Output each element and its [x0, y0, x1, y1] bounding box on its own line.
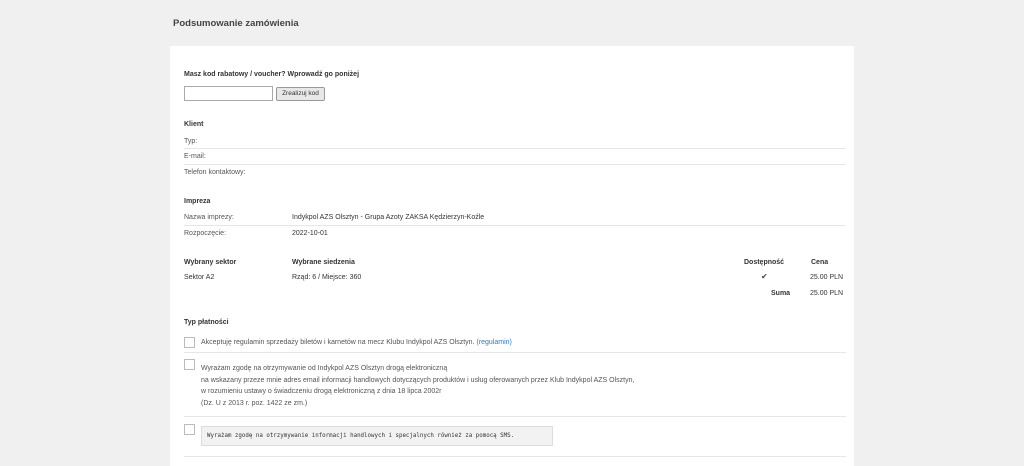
client-type-label: Typ:: [184, 138, 198, 145]
rules-consent-checkbox[interactable]: [184, 337, 195, 348]
client-phone-label: Telefon kontaktowy:: [184, 169, 246, 176]
col-header-sector: Wybrany sektor: [184, 259, 237, 266]
event-name-value: Indykpol AZS Olsztyn - Grupa Azoty ZAKSA…: [292, 214, 485, 221]
voucher-input[interactable]: [184, 86, 273, 101]
rules-consent-text: Akceptuję regulamin sprzedaży biletów i …: [201, 339, 512, 346]
marketing-consent-line: na wskazany przeze mnie adres email info…: [201, 376, 635, 384]
divider: [184, 416, 846, 417]
event-start-value: 2022-10-01: [292, 230, 328, 237]
col-header-seats: Wybrane siedzenia: [292, 259, 355, 266]
redeem-code-button[interactable]: Zrealizuj kod: [276, 87, 325, 101]
col-header-price: Cena: [811, 259, 829, 266]
sms-consent-checkbox[interactable]: [184, 424, 195, 435]
divider: [184, 148, 846, 149]
marketing-consent-line: (Dz. U z 2013 r. poz. 1422 ze zm.): [201, 399, 308, 407]
sms-consent-text: Wyrażam zgodę na otrzymywanie informacji…: [201, 426, 553, 446]
regulations-link[interactable]: (regulamin): [476, 339, 511, 346]
sum-label: Suma: [771, 290, 791, 297]
event-name-label: Nazwa imprezy:: [184, 214, 234, 221]
marketing-consent-checkbox[interactable]: [184, 359, 195, 370]
marketing-consent-line: Wyrażam zgodę na otrzymywanie od Indykpo…: [201, 365, 448, 372]
seat-row-sector: Sektor A2: [184, 274, 215, 281]
seat-row-seat: Rząd: 6 / Miejsce: 360: [292, 274, 362, 281]
divider: [184, 164, 846, 165]
payment-heading: Typ płatności: [184, 319, 229, 326]
marketing-consent-line: w rozumieniu ustawy o świadczeniu drogą …: [201, 388, 442, 395]
marketing-consent-text: Wyrażam zgodę na otrzymywanie od Indykpo…: [201, 363, 634, 409]
divider: [184, 352, 846, 353]
sum-value: 25.00 PLN: [810, 290, 844, 297]
page-title: Podsumowanie zamówienia: [173, 18, 299, 29]
voucher-heading: Masz kod rabatowy / voucher? Wprowadź go…: [184, 71, 360, 78]
divider: [184, 456, 846, 457]
divider: [184, 225, 846, 226]
event-start-label: Rozpoczęcie:: [184, 230, 227, 237]
seat-row-price: 25.00 PLN: [810, 274, 844, 281]
check-icon: ✔: [761, 272, 768, 281]
rules-consent-label: Akceptuję regulamin sprzedaży biletów i …: [201, 339, 475, 346]
client-heading: Klient: [184, 121, 204, 128]
order-summary-panel: Masz kod rabatowy / voucher? Wprowadź go…: [170, 46, 854, 466]
col-header-availability: Dostępność: [744, 259, 785, 266]
client-email-label: E-mail:: [184, 153, 206, 160]
event-heading: Impreza: [184, 198, 211, 205]
